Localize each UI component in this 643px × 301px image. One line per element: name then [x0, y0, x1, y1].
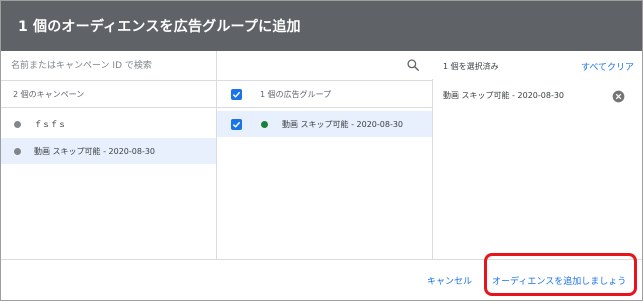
- ad-group-row[interactable]: 動画 スキップ可能 - 2020-08-30: [217, 111, 432, 137]
- ad-group-column-header: 1 個の広告グループ: [217, 80, 432, 108]
- campaign-row-fsfs[interactable]: ｆｓｆｓ: [1, 111, 216, 137]
- remove-icon[interactable]: [612, 90, 625, 103]
- selected-item: 動画 スキップ可能 - 2020-08-30: [433, 87, 642, 107]
- ad-group-label: 動画 スキップ可能 - 2020-08-30: [282, 120, 404, 129]
- campaign-status-dot: [14, 121, 21, 128]
- ad-group-status-dot: [261, 121, 268, 128]
- dialog-header: 1 個のオーディエンスを広告グループに追加: [1, 1, 642, 51]
- selected-item-label: 動画 スキップ可能 - 2020-08-30: [443, 91, 565, 100]
- check-icon: [232, 91, 241, 98]
- search-icon[interactable]: [406, 58, 420, 72]
- campaign-label: ｆｓｆｓ: [34, 120, 66, 129]
- campaign-column-header: 2 個のキャンペーン: [1, 80, 216, 108]
- campaign-status-dot: [14, 148, 21, 155]
- campaign-count: 2 個のキャンペーン: [13, 90, 85, 99]
- cancel-button[interactable]: キャンセル: [427, 274, 472, 287]
- check-icon: [232, 121, 241, 128]
- selection-column: [433, 51, 642, 259]
- ad-group-checkbox[interactable]: [231, 119, 242, 130]
- campaign-label: 動画 スキップ可能 - 2020-08-30: [34, 147, 156, 156]
- highlight-annotation: [484, 253, 637, 296]
- ad-group-count: 1 個の広告グループ: [260, 90, 332, 99]
- select-all-checkbox[interactable]: [231, 89, 242, 100]
- dialog-title: 1 個のオーディエンスを広告グループに追加: [18, 19, 301, 35]
- campaign-row-video[interactable]: 動画 スキップ可能 - 2020-08-30: [1, 138, 216, 164]
